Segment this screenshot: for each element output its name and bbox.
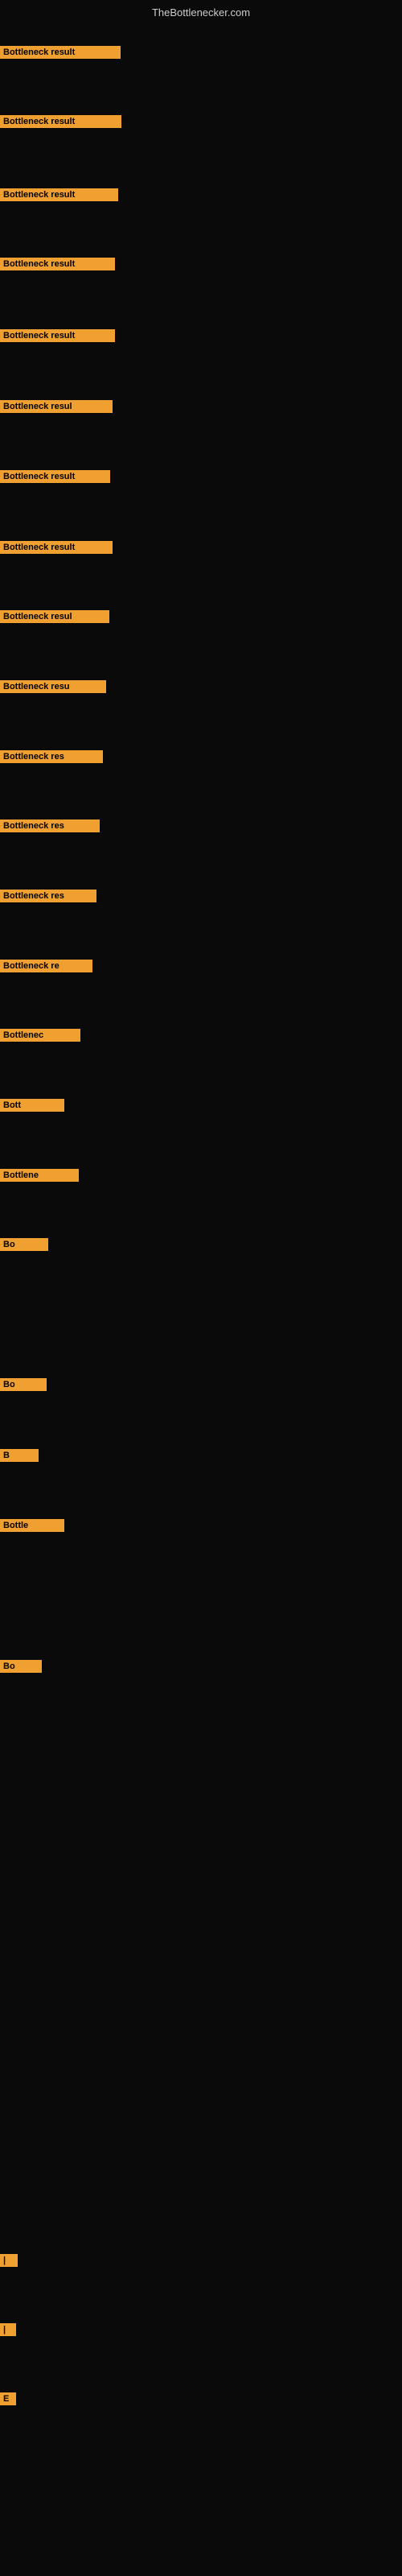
bottleneck-badge-1: Bottleneck result [0, 46, 121, 59]
bottleneck-badge-2: Bottleneck result [0, 115, 121, 128]
bottleneck-badge-9: Bottleneck resul [0, 610, 109, 623]
bottleneck-badge-6: Bottleneck resul [0, 400, 113, 413]
bottleneck-badge-24: | [0, 2323, 16, 2336]
bottleneck-badge-25: E [0, 2392, 16, 2405]
bottleneck-badge-13: Bottleneck res [0, 890, 96, 902]
bottleneck-badge-23: | [0, 2254, 18, 2267]
bottleneck-badge-10: Bottleneck resu [0, 680, 106, 693]
bottleneck-badge-12: Bottleneck res [0, 819, 100, 832]
bottleneck-badge-22: Bo [0, 1660, 42, 1673]
bottleneck-badge-17: Bottlene [0, 1169, 79, 1182]
bottleneck-badge-11: Bottleneck res [0, 750, 103, 763]
bottleneck-badge-8: Bottleneck result [0, 541, 113, 554]
bottleneck-badge-21: Bottle [0, 1519, 64, 1532]
bottleneck-badge-4: Bottleneck result [0, 258, 115, 270]
bottleneck-badge-3: Bottleneck result [0, 188, 118, 201]
bottleneck-badge-7: Bottleneck result [0, 470, 110, 483]
bottleneck-badge-15: Bottlenec [0, 1029, 80, 1042]
bottleneck-badge-20: B [0, 1449, 39, 1462]
bottleneck-badge-19: Bo [0, 1378, 47, 1391]
bottleneck-badge-14: Bottleneck re [0, 960, 92, 972]
bottleneck-badge-5: Bottleneck result [0, 329, 115, 342]
bottleneck-badge-18: Bo [0, 1238, 48, 1251]
site-title: TheBottlenecker.com [0, 6, 402, 19]
bottleneck-badge-16: Bott [0, 1099, 64, 1112]
